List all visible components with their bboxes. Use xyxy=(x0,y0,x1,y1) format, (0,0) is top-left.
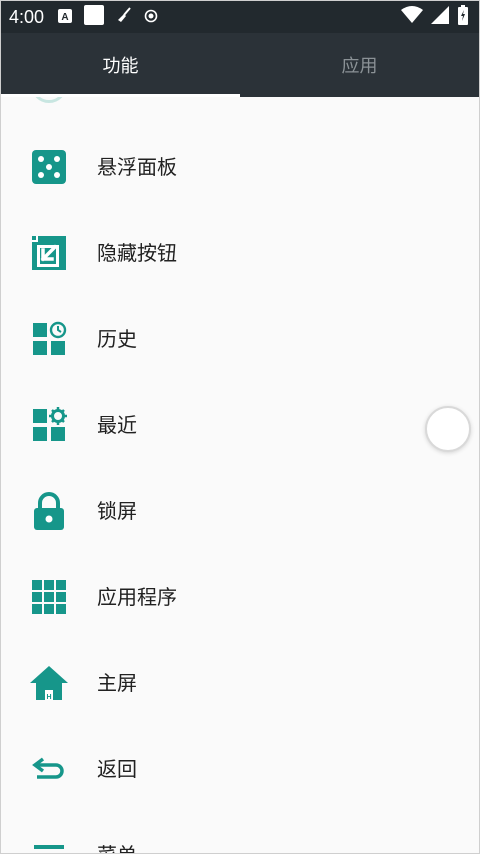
history-grid-icon xyxy=(29,319,69,359)
list-item-floating-panel[interactable]: 悬浮面板 xyxy=(1,121,479,207)
tab-bar: 功能 应用 xyxy=(1,33,479,97)
a-badge-icon: A xyxy=(58,8,73,27)
recent-grid-gear-icon xyxy=(29,405,69,445)
lock-icon xyxy=(29,491,69,531)
record-icon xyxy=(144,8,158,27)
tab-apps-label: 应用 xyxy=(341,56,378,77)
list-item-hide-button[interactable]: 隐藏按钮 xyxy=(1,207,479,293)
broom-icon xyxy=(116,7,132,27)
back-icon xyxy=(29,749,69,789)
list-item-home[interactable]: H 主屏 xyxy=(1,637,479,723)
wifi-icon xyxy=(401,6,423,28)
home-icon: H xyxy=(29,663,69,703)
menu-icon xyxy=(29,835,69,853)
list-item-label: 隐藏按钮 xyxy=(97,241,177,265)
list-item-label: 应用程序 xyxy=(97,585,177,609)
status-time: 4:00 xyxy=(9,6,45,27)
svg-text:H: H xyxy=(46,694,51,701)
battery-icon xyxy=(457,5,469,29)
tab-functions-label: 功能 xyxy=(102,56,139,77)
tab-functions[interactable]: 功能 xyxy=(1,33,240,97)
list-item-back[interactable]: 返回 xyxy=(1,723,479,809)
status-bar: 4:00 A xyxy=(1,1,479,33)
list-item-label: 返回 xyxy=(97,757,137,781)
list-item-lock-screen[interactable]: 锁屏 xyxy=(1,465,479,551)
white-square-icon xyxy=(84,5,105,29)
list-item-label: 锁屏 xyxy=(97,499,137,523)
list-item-applications[interactable]: 应用程序 xyxy=(1,551,479,637)
apps-grid-icon xyxy=(29,577,69,617)
partial-item-icon xyxy=(31,97,67,103)
dice-panel-icon xyxy=(29,147,69,187)
list-item-recent[interactable]: 最近 xyxy=(1,379,479,465)
tab-apps[interactable]: 应用 xyxy=(240,33,479,97)
list-item-history[interactable]: 历史 xyxy=(1,293,479,379)
list-item-label: 菜单 xyxy=(97,839,137,853)
svg-text:A: A xyxy=(61,12,68,23)
list-item-label: 悬浮面板 xyxy=(97,155,177,179)
hide-arrow-icon xyxy=(29,233,69,273)
floating-ball-button[interactable] xyxy=(425,406,471,452)
function-list: 悬浮面板 隐藏按钮 历史 最近 锁屏 应用程序 H 主屏 返回 xyxy=(1,97,479,853)
list-item-label: 历史 xyxy=(97,327,137,351)
list-item-menu[interactable]: 菜单 xyxy=(1,809,479,853)
signal-icon xyxy=(431,6,449,28)
list-item-label: 最近 xyxy=(97,413,137,437)
list-item-label: 主屏 xyxy=(97,671,137,695)
